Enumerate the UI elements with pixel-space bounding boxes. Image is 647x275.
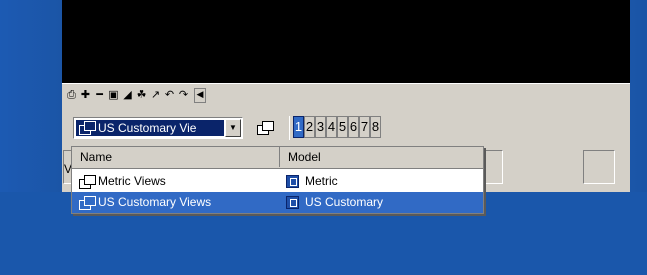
view-number-button[interactable]: 2 [304,116,315,138]
list-item-name: US Customary Views [98,195,212,209]
undo-icon[interactable]: ↶ [164,88,175,102]
remove-icon[interactable]: ━ [94,88,105,102]
view-number-button[interactable]: 3 [315,116,326,138]
views-combo-value[interactable]: US Customary Vie [76,120,224,136]
chevron-down-icon[interactable]: ▼ [225,119,241,137]
views-icon [257,121,274,135]
view-number-button[interactable]: 8 [370,116,381,138]
view-number-button[interactable]: 1 [293,116,304,138]
views-icon [79,121,96,135]
pen-icon[interactable]: ↗ [150,88,161,102]
views-combo-text: US Customary Vie [98,121,197,135]
view-number-group: 1 2 3 4 5 6 7 8 [289,116,381,140]
view-number-button[interactable]: 7 [359,116,370,138]
views-combo[interactable]: US Customary Vie ▼ [73,117,243,139]
view-number-button[interactable]: 4 [326,116,337,138]
graph-icon[interactable]: ◢ [122,88,133,102]
view-number-button[interactable]: 6 [348,116,359,138]
views-dropdown-list: Name Model Metric Views Metric US Custom… [71,146,484,214]
view-number-button[interactable]: 5 [337,116,348,138]
add-icon[interactable]: ✚ [80,88,91,102]
window-icon[interactable]: ▣ [108,88,119,102]
views-icon [79,174,96,189]
column-header-model[interactable]: Model [280,147,483,167]
scroll-left-icon[interactable]: ◀ [194,87,206,103]
redo-icon[interactable]: ↷ [178,88,189,102]
column-header-name[interactable]: Name [72,147,280,167]
network-icon[interactable]: ☘ [136,88,147,102]
list-item-model: Metric [305,174,338,188]
model-icon [286,196,299,209]
list-item-name: Metric Views [98,174,166,188]
graphics-viewport[interactable] [62,0,630,83]
drawing-toolbar: ⎙ ✚ ━ ▣ ◢ ☘ ↗ ↶ ↷ ◀ [66,86,209,104]
list-item-model: US Customary [305,195,384,209]
print-icon[interactable]: ⎙ [66,88,77,102]
views-manager-button[interactable] [253,117,277,139]
status-cell-right [583,150,615,184]
list-item[interactable]: US Customary Views US Customary [72,192,483,213]
model-icon [286,175,299,188]
dropdown-header: Name Model [72,147,483,169]
views-icon [79,195,96,210]
list-item[interactable]: Metric Views Metric [72,171,483,192]
